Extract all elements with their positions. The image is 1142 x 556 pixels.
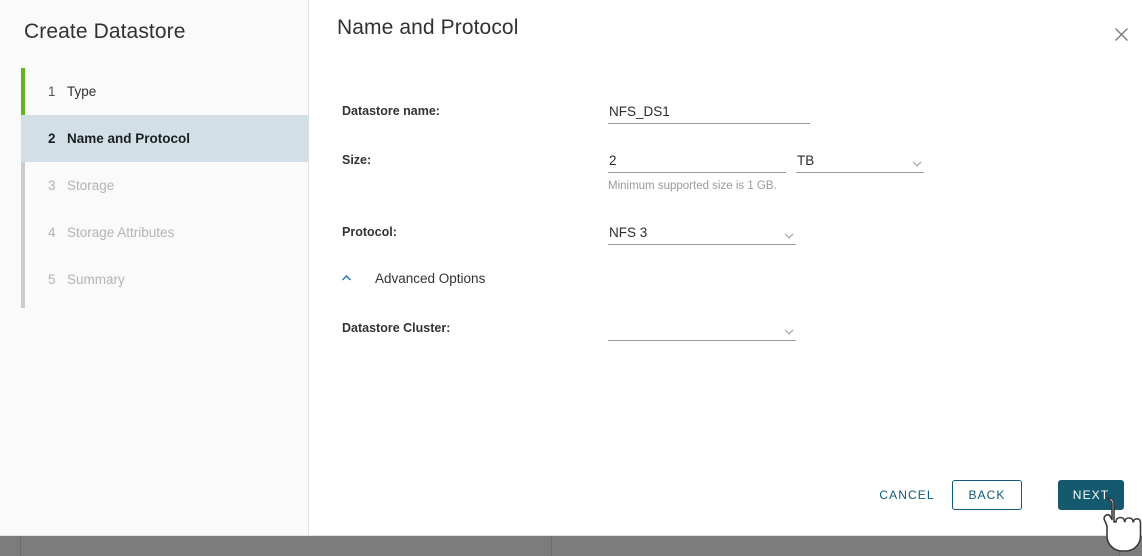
protocol-select-wrap: NFS 3 — [608, 223, 796, 245]
background-taskbar — [0, 536, 1142, 556]
wizard-title: Create Datastore — [24, 20, 186, 43]
step-label: Summary — [67, 272, 125, 287]
step-label: Storage — [67, 178, 115, 193]
chevron-down-icon — [784, 228, 794, 239]
step-number: 1 — [48, 84, 56, 99]
advanced-options-toggle[interactable]: Advanced Options — [340, 271, 485, 286]
protocol-select[interactable]: NFS 3 — [608, 223, 796, 245]
datastore-name-value: NFS_DS1 — [609, 104, 670, 119]
datastore-cluster-select[interactable] — [608, 319, 796, 341]
step-number: 2 — [48, 131, 56, 146]
wizard-main-panel: Name and Protocol ... Datastore name: NF… — [310, 0, 1142, 536]
size-input[interactable]: 2 — [608, 151, 786, 173]
protocol-label: Protocol: — [342, 225, 397, 239]
step-number: 5 — [48, 272, 56, 287]
taskbar-divider — [1119, 536, 1120, 556]
wizard-steps: 1 Type 2 Name and Protocol 3 Storage 4 S… — [21, 68, 309, 308]
step-number: 3 — [48, 178, 56, 193]
size-value: 2 — [609, 153, 617, 168]
sidebar-step-type[interactable]: 1 Type — [21, 68, 309, 115]
chevron-down-icon — [912, 156, 922, 167]
datastore-cluster-value — [608, 319, 796, 339]
sidebar-step-storage[interactable]: 3 Storage — [21, 162, 309, 209]
chevron-up-icon — [340, 272, 354, 286]
chevron-down-icon — [784, 324, 794, 335]
cancel-button[interactable]: CANCEL — [863, 480, 951, 510]
step-label: Name and Protocol — [67, 131, 191, 146]
step-label: Storage Attributes — [67, 225, 175, 240]
size-field-wrap: 2 — [608, 151, 786, 173]
protocol-value: NFS 3 — [609, 225, 648, 240]
step-label: Type — [67, 84, 97, 99]
step-number: 4 — [48, 225, 56, 240]
sidebar-step-storage-attributes[interactable]: 4 Storage Attributes — [21, 209, 309, 256]
back-button[interactable]: BACK — [952, 480, 1022, 510]
size-label: Size: — [342, 153, 372, 167]
taskbar-divider — [551, 536, 552, 556]
advanced-options-label: Advanced Options — [375, 271, 486, 286]
sidebar-step-summary[interactable]: 5 Summary — [21, 256, 309, 303]
next-button[interactable]: NEXT — [1058, 480, 1124, 510]
name-and-protocol-form: Datastore name: NFS_DS1 Size: 2 TB Minim… — [310, 0, 1142, 470]
datastore-cluster-label: Datastore Cluster: — [342, 321, 451, 335]
wizard-sidebar: Create Datastore 1 Type 2 Name and Proto… — [0, 0, 309, 536]
size-hint: Minimum supported size is 1 GB. — [608, 180, 777, 192]
datastore-name-label: Datastore name: — [342, 104, 440, 118]
datastore-cluster-select-wrap — [608, 319, 796, 341]
taskbar-divider — [20, 536, 21, 556]
wizard-footer: CANCEL BACK NEXT — [310, 470, 1142, 536]
datastore-name-field-wrap: NFS_DS1 — [608, 102, 810, 124]
app-root: Create Datastore 1 Type 2 Name and Proto… — [0, 0, 1142, 556]
sidebar-step-name-and-protocol[interactable]: 2 Name and Protocol — [21, 115, 309, 162]
size-unit-select[interactable]: TB — [796, 151, 924, 173]
size-unit-value: TB — [797, 153, 815, 168]
datastore-name-input[interactable]: NFS_DS1 — [608, 102, 810, 124]
size-unit-select-wrap: TB — [796, 151, 924, 173]
